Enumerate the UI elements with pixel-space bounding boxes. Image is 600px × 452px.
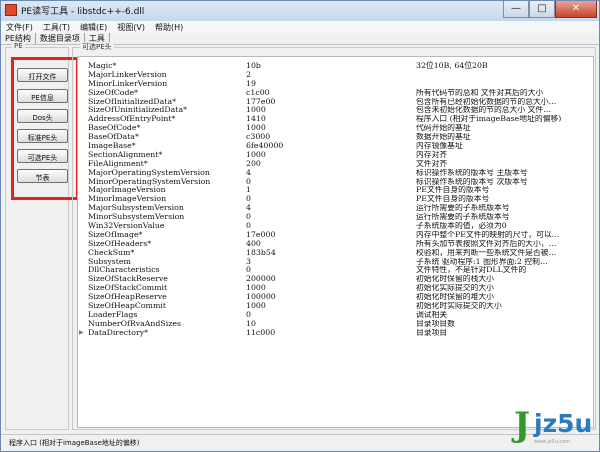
field-description: 包含所有已经初始化数据的节的总大小…: [416, 97, 557, 106]
field-description: 标识操作系统的版本号 主版本号: [416, 168, 528, 177]
menu-file[interactable]: 文件(F): [1, 21, 38, 33]
tab-data-directory[interactable]: 数据目录项: [36, 33, 85, 44]
field-description: 标识操作系统的版本号 次版本号: [416, 177, 528, 186]
table-row[interactable]: BaseOfData* c3000 数据开始的基址: [78, 132, 593, 142]
field-note: 32位10B, 64位20B: [416, 61, 488, 70]
field-description: 文件特性，不是针对DLL文件的: [416, 266, 527, 275]
field-description: 数据开始的基址: [416, 133, 471, 142]
menu-tools[interactable]: 工具(T): [38, 21, 75, 33]
field-description: 初始化时保留的堆大小: [416, 293, 494, 302]
field-description: 所有代码节的总和 文件对其后的大小: [416, 88, 544, 97]
watermark-logo: J jz5u www.jz5u.com: [514, 405, 600, 452]
field-description: 内存中整个PE文件的映射的尺寸，可以…: [416, 230, 560, 239]
watermark-url: www.jz5u.com: [534, 439, 571, 445]
table-row[interactable]: SizeOfHeapCommit 1000 初始化时实际提交的大小: [78, 301, 593, 311]
field-description: 内存镜像基址: [416, 142, 463, 151]
minimize-button[interactable]: —: [503, 1, 529, 18]
optional-header-legend: 可选PE头: [80, 42, 114, 52]
pe-group-legend: PE: [12, 42, 25, 50]
status-text: 程序入口 (相对于imageBase地址的偏移): [9, 439, 140, 447]
field-name: DataDirectory*: [88, 327, 148, 337]
watermark-text: jz5u: [534, 409, 593, 438]
field-description: 初始化时实际提交的大小: [416, 302, 502, 311]
field-description: 目录项目: [416, 328, 448, 337]
field-description: 包含未初始化数据的节的总大小 文件…: [416, 106, 552, 115]
app-icon: [5, 4, 17, 16]
field-description: 内存对齐: [416, 150, 448, 159]
field-description: 代码开始的基址: [416, 124, 471, 133]
field-description: 校验和，用来判断一些系统文件是否被…: [416, 248, 557, 257]
table-row[interactable]: Win32VersionValue 0 子系统版本的值，必须为0: [78, 221, 593, 231]
field-description: 调试相关: [416, 310, 448, 319]
field-description: PE文件自身的版本号: [416, 195, 490, 204]
field-description: 运行所需要的子系统版本号: [416, 213, 510, 222]
field-rows: Magic* 10b 32位10B, 64位20B MajorLinkerVersio…: [78, 61, 593, 338]
optional-header-list[interactable]: Magic* 10b 32位10B, 64位20B MajorLinkerVersio…: [77, 56, 594, 428]
close-button[interactable]: ✕: [555, 1, 597, 18]
app-window: PE读写工具 - libstdc++-6.dll — □ ✕ 文件(F) 工具(…: [0, 0, 600, 452]
table-row[interactable]: CheckSum* 183b54 校验和，用来判断一些系统文件是否被…: [78, 248, 593, 258]
table-row[interactable]: SectionAlignment* 1000 内存对齐: [78, 150, 593, 160]
maximize-button[interactable]: □: [529, 1, 555, 18]
window-title: PE读写工具 - libstdc++-6.dll: [21, 7, 145, 17]
window-controls: — □ ✕: [503, 1, 597, 18]
field-description: 初始化时保留的栈大小: [416, 275, 494, 284]
field-description: 子系统 驱动程序:1 图形界面:2 控制…: [416, 257, 548, 266]
title-bar[interactable]: PE读写工具 - libstdc++-6.dll — □ ✕: [1, 1, 599, 21]
field-description: 所有头加节表按照文件对齐后的大小，…: [416, 239, 557, 248]
menu-help[interactable]: 帮助(H): [150, 21, 188, 33]
table-row[interactable]: MinorLinkerVersion 19: [78, 79, 593, 89]
table-row[interactable]: SizeOfHeaders* 400 所有头加节表按照文件对齐后的大小，…: [78, 239, 593, 249]
field-description: 初始化实际提交的大小: [416, 284, 494, 293]
table-row[interactable]: SizeOfImage* 17e000 内存中整个PE文件的映射的尺寸，可以…: [78, 230, 593, 240]
table-row[interactable]: NumberOfRvaAndSizes 10 目录项目数: [78, 319, 593, 329]
field-value: 11c000: [246, 327, 276, 337]
table-row[interactable]: BaseOfCode* 1000 代码开始的基址: [78, 123, 593, 133]
menu-edit[interactable]: 编辑(E): [75, 21, 112, 33]
highlight-box: [11, 57, 79, 200]
status-bar: 程序入口 (相对于imageBase地址的偏移): [1, 434, 599, 451]
table-row[interactable]: AddressOfEntryPoint* 1410 程序入口 (相对于imageBa…: [78, 114, 593, 124]
watermark-j: J: [514, 405, 531, 445]
field-description: 程序入口 (相对于imageBase地址的偏移): [416, 115, 562, 124]
field-description: 子系统版本的值，必须为0: [416, 222, 507, 231]
field-description: PE文件自身的版本号: [416, 186, 490, 195]
table-row[interactable]: ▶ DataDirectory* 11c000 目录项目: [78, 327, 593, 338]
field-description: 运行所需要的子系统版本号: [416, 204, 510, 213]
expand-arrow-icon[interactable]: ▶: [79, 329, 84, 338]
field-description: 文件对齐: [416, 159, 448, 168]
field-description: 目录项目数: [416, 319, 455, 328]
menu-bar: 文件(F) 工具(T) 编辑(E) 视图(V) 帮助(H): [1, 21, 599, 33]
menu-view[interactable]: 视图(V): [112, 21, 150, 33]
